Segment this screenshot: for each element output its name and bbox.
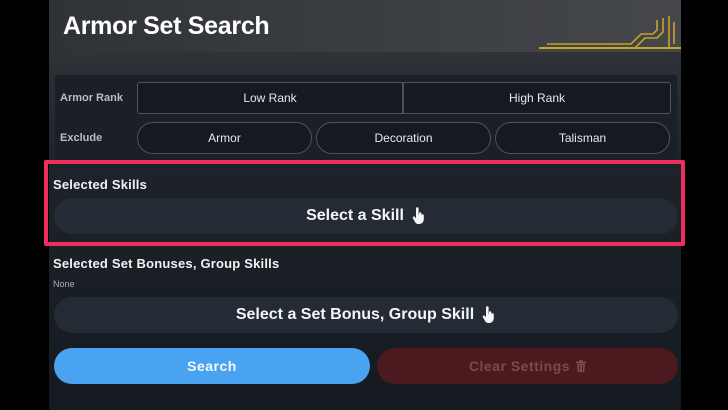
exclude-talisman-toggle[interactable]: Talisman — [495, 122, 670, 154]
header-bar: Armor Set Search — [49, 0, 681, 52]
search-button[interactable]: Search — [54, 348, 370, 384]
clear-settings-button[interactable]: Clear Settings — [377, 348, 678, 384]
high-rank-option[interactable]: High Rank — [403, 82, 671, 114]
pointer-hand-icon — [482, 306, 494, 323]
select-set-bonus-label: Select a Set Bonus, Group Skill — [235, 306, 475, 323]
low-rank-option[interactable]: Low Rank — [137, 82, 403, 114]
exclude-armor-toggle[interactable]: Armor — [137, 122, 312, 154]
selected-skills-highlight — [44, 160, 685, 246]
select-set-bonus-button[interactable]: Select a Set Bonus, Group Skill — [54, 297, 678, 333]
trash-icon — [576, 360, 587, 372]
set-bonuses-title: Selected Set Bonuses, Group Skills — [53, 256, 280, 271]
page-title: Armor Set Search — [63, 12, 270, 40]
clear-settings-label: Clear Settings — [468, 358, 571, 374]
armor-rank-label: Armor Rank — [60, 92, 123, 104]
exclude-decoration-toggle[interactable]: Decoration — [316, 122, 491, 154]
set-bonuses-current: None — [53, 279, 75, 289]
gold-ornament-icon — [539, 16, 681, 49]
exclude-label: Exclude — [60, 132, 103, 144]
